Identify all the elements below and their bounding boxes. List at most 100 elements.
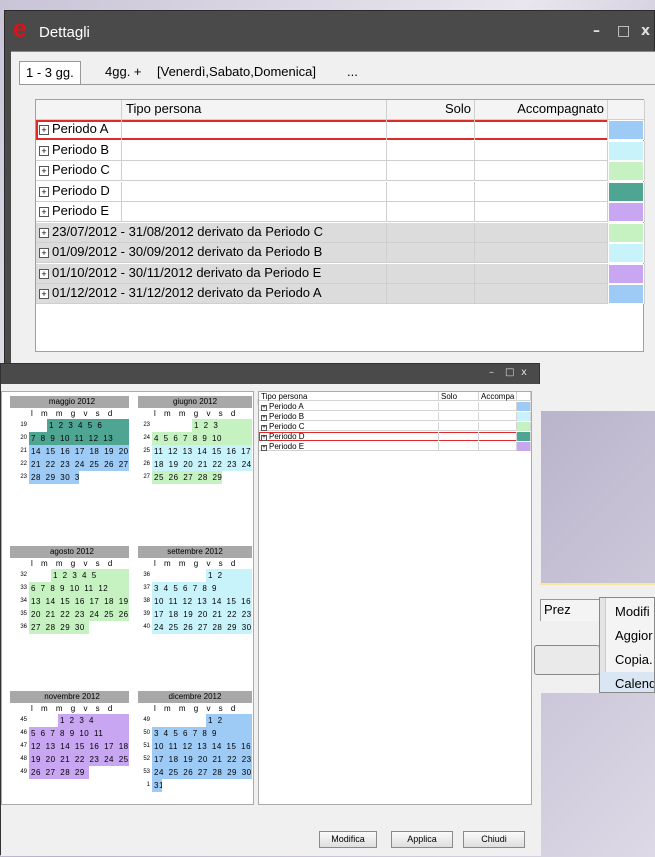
week-days[interactable]: 12 13 14 15 16 17 18 (29, 740, 129, 753)
mini-period-row[interactable]: + Periodo A (259, 402, 531, 411)
column-header-blank[interactable] (517, 392, 531, 401)
expand-icon[interactable]: + (261, 425, 267, 431)
week-days[interactable]: 28 29 30 31 (29, 471, 79, 484)
column-header-tipo-persona[interactable]: Tipo persona (259, 392, 439, 401)
week-days[interactable]: 1 2 (152, 569, 252, 582)
expand-icon[interactable]: + (261, 405, 267, 411)
week-days[interactable]: 10 11 12 13 14 15 16 (152, 595, 252, 608)
cell-solo[interactable] (439, 442, 479, 451)
week-days[interactable]: 6 7 8 9 10 11 12 (29, 582, 129, 595)
minimize-icon[interactable]: – (489, 367, 494, 378)
month-header[interactable]: agosto 2012 (15, 546, 129, 558)
title-bar[interactable]: e Dettagli – □ x (5, 11, 654, 51)
cell-accompagnato[interactable] (475, 120, 608, 140)
cell-solo[interactable] (387, 161, 475, 181)
cell-accompagnato[interactable] (475, 161, 608, 181)
expand-icon[interactable]: + (39, 125, 49, 135)
column-header-accompagnato[interactable]: Accompagnato (475, 100, 608, 120)
week-days[interactable]: 1 2 3 (152, 419, 252, 432)
mini-period-row[interactable]: + Periodo C (259, 422, 531, 431)
week-days[interactable]: 26 27 28 29 30 (29, 766, 89, 779)
applica-button[interactable]: Applica (391, 831, 453, 848)
cell-accompagnato[interactable] (475, 181, 608, 202)
period-row[interactable]: + Periodo D (36, 181, 645, 202)
derived-period-row[interactable]: +23/07/2012 - 31/08/2012 derivato da Per… (36, 222, 645, 243)
expand-icon[interactable]: + (39, 207, 49, 217)
cell-solo[interactable] (387, 181, 475, 202)
week-days[interactable]: 27 28 29 30 31 (29, 621, 89, 634)
expand-icon[interactable]: + (39, 248, 49, 258)
derived-period-row[interactable]: +01/12/2012 - 31/12/2012 derivato da Per… (36, 284, 645, 304)
week-days[interactable]: 4 5 6 7 8 9 10 (152, 432, 252, 445)
expand-icon[interactable]: + (261, 435, 267, 441)
cell-accompagnato[interactable] (479, 412, 517, 421)
column-header-blank[interactable] (36, 100, 122, 120)
cell-accompagnato[interactable] (479, 442, 517, 451)
month-header[interactable]: novembre 2012 (15, 691, 129, 703)
week-days[interactable]: 25 26 27 28 29 30 (152, 471, 222, 484)
menu-item-calendario[interactable]: Calend (600, 672, 654, 692)
expand-icon[interactable]: + (39, 166, 49, 176)
expand-icon[interactable]: + (39, 268, 49, 279)
week-days[interactable]: 31 (152, 779, 162, 792)
expand-icon[interactable]: + (261, 445, 267, 451)
cell-tipo-persona[interactable] (122, 181, 387, 202)
color-swatch-cell[interactable] (608, 243, 645, 263)
cell-solo[interactable] (387, 222, 475, 243)
cell-accompagnato[interactable] (475, 284, 608, 304)
minimize-icon[interactable]: – (593, 23, 600, 39)
month-header[interactable]: giugno 2012▶ (138, 396, 264, 408)
week-days[interactable]: 17 18 19 20 21 22 23 (152, 608, 252, 621)
color-swatch[interactable] (517, 442, 531, 451)
week-days[interactable]: 1 2 3 4 5 6 (29, 419, 129, 432)
hidden-button[interactable] (534, 645, 600, 675)
menu-item-modifica[interactable]: Modifi (600, 600, 654, 624)
cell-solo[interactable] (439, 402, 479, 411)
expand-icon[interactable]: + (39, 186, 49, 197)
calendar-title-bar[interactable]: – □ x (1, 364, 539, 384)
cell-accompagnato[interactable] (475, 140, 608, 161)
cell-solo[interactable] (387, 263, 475, 284)
cell-solo[interactable] (387, 243, 475, 263)
cell-tipo-persona[interactable] (122, 161, 387, 181)
chiudi-button[interactable]: Chiudi (463, 831, 525, 848)
week-days[interactable]: 1 2 3 4 (29, 714, 129, 727)
cell-solo[interactable] (439, 412, 479, 421)
week-days[interactable]: 21 22 23 24 25 26 27 (29, 458, 129, 471)
cell-accompagnato[interactable] (479, 422, 517, 431)
week-days[interactable]: 3 4 5 6 7 8 9 (152, 582, 252, 595)
week-days[interactable]: 3 4 5 6 7 8 9 (152, 727, 252, 740)
color-swatch-cell[interactable] (608, 222, 645, 243)
mini-period-row[interactable]: + Periodo B (259, 412, 531, 421)
color-swatch-cell[interactable] (608, 161, 645, 181)
week-days[interactable]: 7 8 9 10 11 12 13 (29, 432, 129, 445)
derived-period-row[interactable]: +01/09/2012 - 30/09/2012 derivato da Per… (36, 243, 645, 263)
color-swatch[interactable] (517, 432, 531, 441)
color-swatch-cell[interactable] (608, 263, 645, 284)
week-days[interactable]: 13 14 15 16 17 18 19 (29, 595, 129, 608)
cell-accompagnato[interactable] (475, 202, 608, 222)
week-days[interactable]: 20 21 22 23 24 25 26 (29, 608, 129, 621)
maximize-icon[interactable]: □ (505, 367, 514, 378)
cell-accompagnato[interactable] (475, 263, 608, 284)
mini-period-row[interactable]: + Periodo E (259, 442, 531, 451)
cell-solo[interactable] (387, 140, 475, 161)
color-swatch-cell[interactable] (608, 140, 645, 161)
column-header-solo[interactable]: Solo (387, 100, 475, 120)
month-header[interactable]: maggio 2012 (15, 396, 129, 408)
modifica-button[interactable]: Modifica (319, 831, 377, 848)
color-swatch-cell[interactable] (608, 284, 645, 304)
close-icon[interactable]: x (641, 23, 650, 39)
cell-accompagnato[interactable] (475, 243, 608, 263)
period-row[interactable]: + Periodo E (36, 202, 645, 222)
tab-1-3-gg[interactable]: 1 - 3 gg. (19, 61, 81, 85)
color-swatch[interactable] (517, 412, 531, 421)
tab-4gg-plus[interactable]: 4gg. + (99, 61, 148, 83)
menu-item-aggiorna[interactable]: Aggior (600, 624, 654, 648)
tab-prezzi[interactable]: Prez (540, 599, 600, 621)
week-days[interactable]: 1 2 3 4 5 (29, 569, 129, 582)
tab-more[interactable]: ... (341, 61, 364, 83)
week-days[interactable]: 19 20 21 22 23 24 25 (29, 753, 129, 766)
cell-tipo-persona[interactable] (122, 202, 387, 222)
color-swatch-cell[interactable] (608, 202, 645, 222)
